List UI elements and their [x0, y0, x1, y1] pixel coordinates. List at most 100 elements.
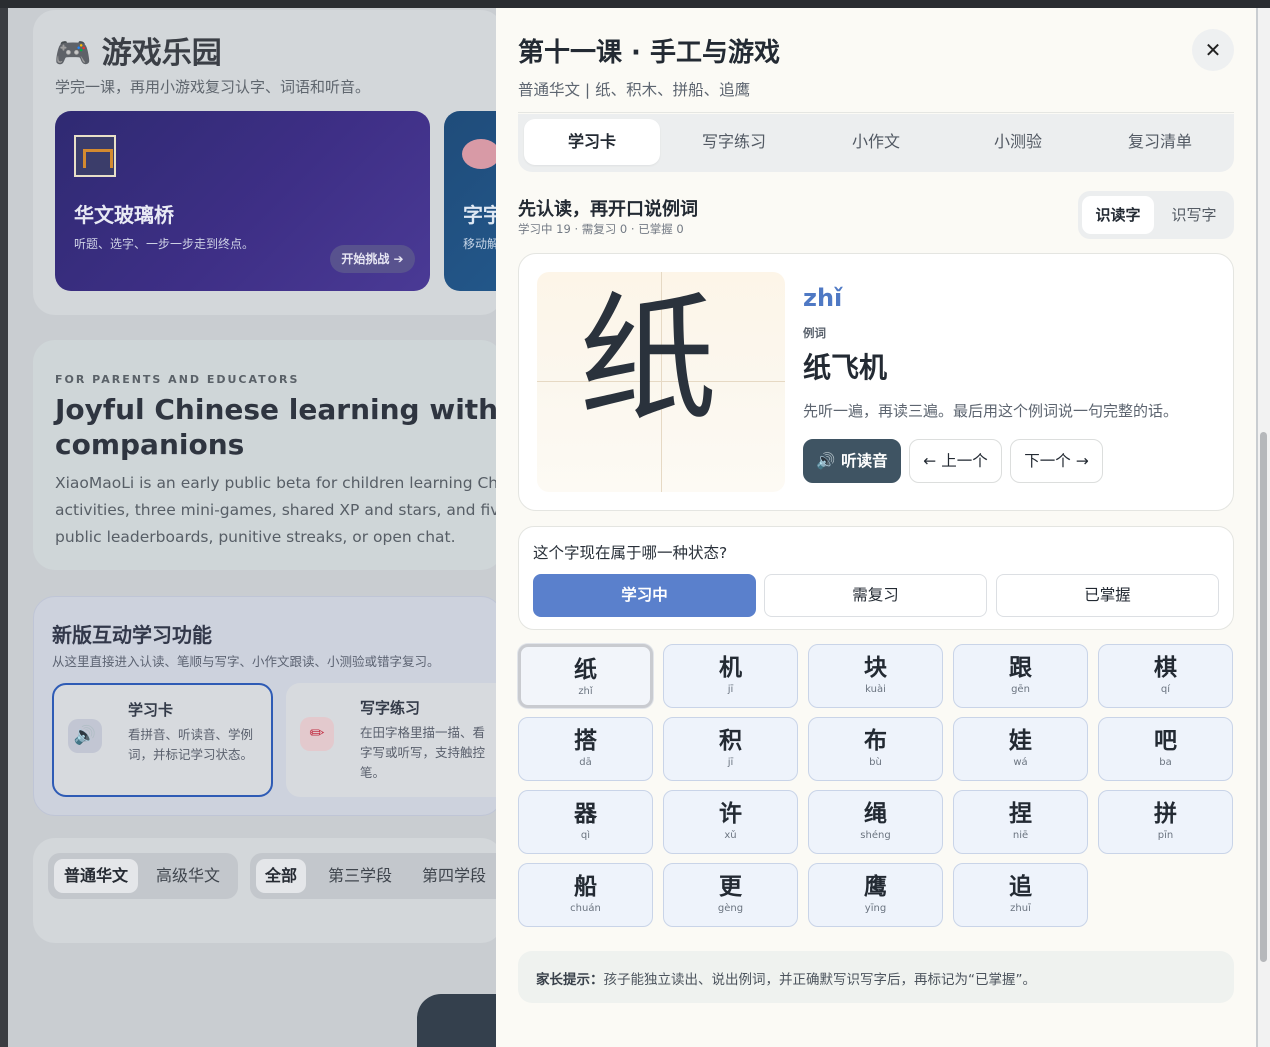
character-hanzi: 绳	[864, 801, 887, 827]
character-hanzi: 纸	[574, 657, 597, 683]
status-learning-button[interactable]: 学习中	[533, 574, 756, 617]
filter-advanced-chinese[interactable]: 高级华文	[144, 859, 232, 893]
character-pinyin: zhuī	[1010, 903, 1031, 914]
character-pinyin: pīn	[1157, 830, 1174, 841]
prev-button[interactable]: ← 上一个	[909, 439, 1002, 483]
header-divider	[518, 112, 1234, 113]
character-hanzi: 积	[719, 728, 742, 754]
tip-label: 家长提示：	[536, 972, 604, 988]
flashcard: 纸 zhǐ 例词 纸飞机 先听一遍，再读三遍。最后用这个例词说一句完整的话。 🔊…	[518, 253, 1234, 511]
character-hanzi: 吧	[1154, 728, 1177, 754]
game-card-desc: 移动解	[463, 237, 500, 251]
character-cell[interactable]: 机 jī	[663, 644, 798, 708]
pencil-icon: ✏	[300, 717, 334, 751]
character-cell[interactable]: 搭 dā	[518, 717, 653, 781]
scrollbar[interactable]	[1258, 8, 1270, 1047]
character-pinyin: yīng	[864, 903, 887, 914]
tab-writing[interactable]: 写字练习	[666, 119, 802, 165]
character-hanzi: 许	[719, 801, 742, 827]
character-cell[interactable]: 更 gèng	[663, 863, 798, 927]
status-review-button[interactable]: 需复习	[764, 574, 987, 617]
lesson-subtitle: 普通华文 | 纸、积木、拼船、追鹰	[518, 81, 751, 99]
games-title: 🎮 游戏乐园	[54, 36, 222, 71]
tab-flashcards[interactable]: 学习卡	[524, 119, 660, 165]
character-hanzi: 器	[574, 801, 597, 827]
game-card-glass-bridge[interactable]: 华文玻璃桥 听题、选字、一步一步走到终点。 开始挑战 ➔	[55, 111, 430, 291]
character-cell[interactable]: 积 jī	[663, 717, 798, 781]
feature-card-flashcards[interactable]: 🔊 学习卡 看拼音、听读音、学例词，并标记学习状态。	[52, 683, 273, 797]
game-card-title: 华文玻璃桥	[74, 203, 174, 227]
character-cell[interactable]: 布 bù	[808, 717, 943, 781]
character-cell[interactable]: 吧 ba	[1098, 717, 1233, 781]
tab-quiz[interactable]: 小测验	[950, 119, 1086, 165]
next-button[interactable]: 下一个 →	[1010, 439, 1103, 483]
character-pinyin: qì	[580, 830, 591, 841]
drawer-tabs: 学习卡 写字练习 小作文 小测验 复习清单	[518, 114, 1234, 172]
character-pinyin: xǔ	[724, 830, 737, 841]
character-cell[interactable]: 娃 wá	[953, 717, 1088, 781]
character-hanzi: 鹰	[864, 874, 887, 900]
character-pinyin: bù	[869, 757, 882, 768]
listen-button[interactable]: 🔊 听读音	[803, 439, 901, 483]
tab-review-list[interactable]: 复习清单	[1092, 119, 1228, 165]
character-cell[interactable]: 器 qì	[518, 790, 653, 854]
feature-desc: 看拼音、听读音、学例词，并标记学习状态。	[128, 727, 254, 762]
character-pinyin: wá	[1013, 757, 1028, 768]
left-edge-strip	[0, 8, 8, 1047]
section-meta: 学习中 19 · 需复习 0 · 已掌握 0	[518, 222, 684, 236]
status-card: 这个字现在属于哪一种状态? 学习中 需复习 已掌握	[518, 526, 1234, 630]
character-cell[interactable]: 棋 qí	[1098, 644, 1233, 708]
parent-tip-text: 家长提示：孩子能独立读出、说出例词，并正确默写识写字后，再标记为“已掌握”。	[536, 968, 1036, 988]
lesson-title: 第十一课 · 手工与游戏	[518, 38, 780, 68]
filter-stage-4[interactable]: 第四学段	[412, 859, 496, 893]
parent-tip: 家长提示：孩子能独立读出、说出例词，并正确默写识写字后，再标记为“已掌握”。	[518, 951, 1234, 1003]
character-grid: 纸 zhǐ 机 jī 块 kuài 跟 gēn 棋 qí 搭 dā 积 jī 布 bù 娃 wá 吧 ba 器 qì 许 xǔ…	[518, 644, 1234, 934]
filter-standard-chinese[interactable]: 普通华文	[54, 859, 138, 893]
flashcard-instruction: 先听一遍，再读三遍。最后用这个例词说一句完整的话。	[803, 402, 1179, 420]
character-cell[interactable]: 捏 niē	[953, 790, 1088, 854]
character-pinyin: ba	[1159, 757, 1172, 768]
mode-write-chars[interactable]: 识写字	[1158, 196, 1230, 234]
character-pinyin: gēn	[1011, 684, 1030, 695]
character-cell[interactable]: 绳 shéng	[808, 790, 943, 854]
flashcard-pinyin: zhǐ	[803, 284, 843, 312]
brain-icon	[462, 139, 500, 169]
character-hanzi: 机	[719, 655, 742, 681]
character-cell[interactable]: 追 zhuī	[953, 863, 1088, 927]
character-cell[interactable]: 纸 zhǐ	[518, 644, 653, 708]
mode-read-chars[interactable]: 识读字	[1082, 196, 1154, 234]
character-cell[interactable]: 拼 pīn	[1098, 790, 1233, 854]
character-pinyin: jī	[727, 757, 734, 768]
parents-title: Joyful Chinese learning with gr companio…	[55, 392, 542, 462]
feature-card-writing[interactable]: ✏ 写字练习 在田字格里描一描、看字写或听写，支持触控笔。	[286, 683, 516, 797]
character-hanzi: 船	[574, 874, 597, 900]
example-label: 例词	[803, 326, 826, 340]
language-filter: 普通华文 高级华文	[48, 853, 238, 899]
status-mastered-button[interactable]: 已掌握	[996, 574, 1219, 617]
character-cell[interactable]: 许 xǔ	[663, 790, 798, 854]
features-title: 新版互动学习功能	[52, 623, 212, 647]
character-hanzi: 娃	[1009, 728, 1032, 754]
start-challenge-button[interactable]: 开始挑战 ➔	[330, 245, 415, 273]
character-cell[interactable]: 船 chuán	[518, 863, 653, 927]
character-cell[interactable]: 鹰 yīng	[808, 863, 943, 927]
character-cell[interactable]: 块 kuài	[808, 644, 943, 708]
feature-desc: 在田字格里描一描、看字写或听写，支持触控笔。	[360, 725, 486, 780]
character-pinyin: dā	[579, 757, 592, 768]
character-hanzi: 跟	[1009, 655, 1032, 681]
character-pinyin: niē	[1012, 830, 1029, 841]
status-question: 这个字现在属于哪一种状态?	[533, 544, 728, 562]
close-icon[interactable]: ✕	[1192, 29, 1234, 71]
character-cell[interactable]: 跟 gēn	[953, 644, 1088, 708]
filter-stage-3[interactable]: 第三学段	[318, 859, 402, 893]
filter-all[interactable]: 全部	[256, 859, 306, 893]
parents-title-line: Joyful Chinese learning with gr	[55, 393, 542, 426]
character-hanzi: 布	[864, 728, 887, 754]
bridge-icon	[74, 135, 116, 177]
tab-composition[interactable]: 小作文	[808, 119, 944, 165]
character-pinyin: qí	[1160, 684, 1171, 695]
games-subtitle: 学完一课，再用小游戏复习认字、词语和听音。	[55, 78, 371, 96]
character-pinyin: chuán	[570, 903, 601, 914]
feature-title: 写字练习	[360, 699, 421, 717]
scrollbar-thumb[interactable]	[1260, 432, 1267, 962]
